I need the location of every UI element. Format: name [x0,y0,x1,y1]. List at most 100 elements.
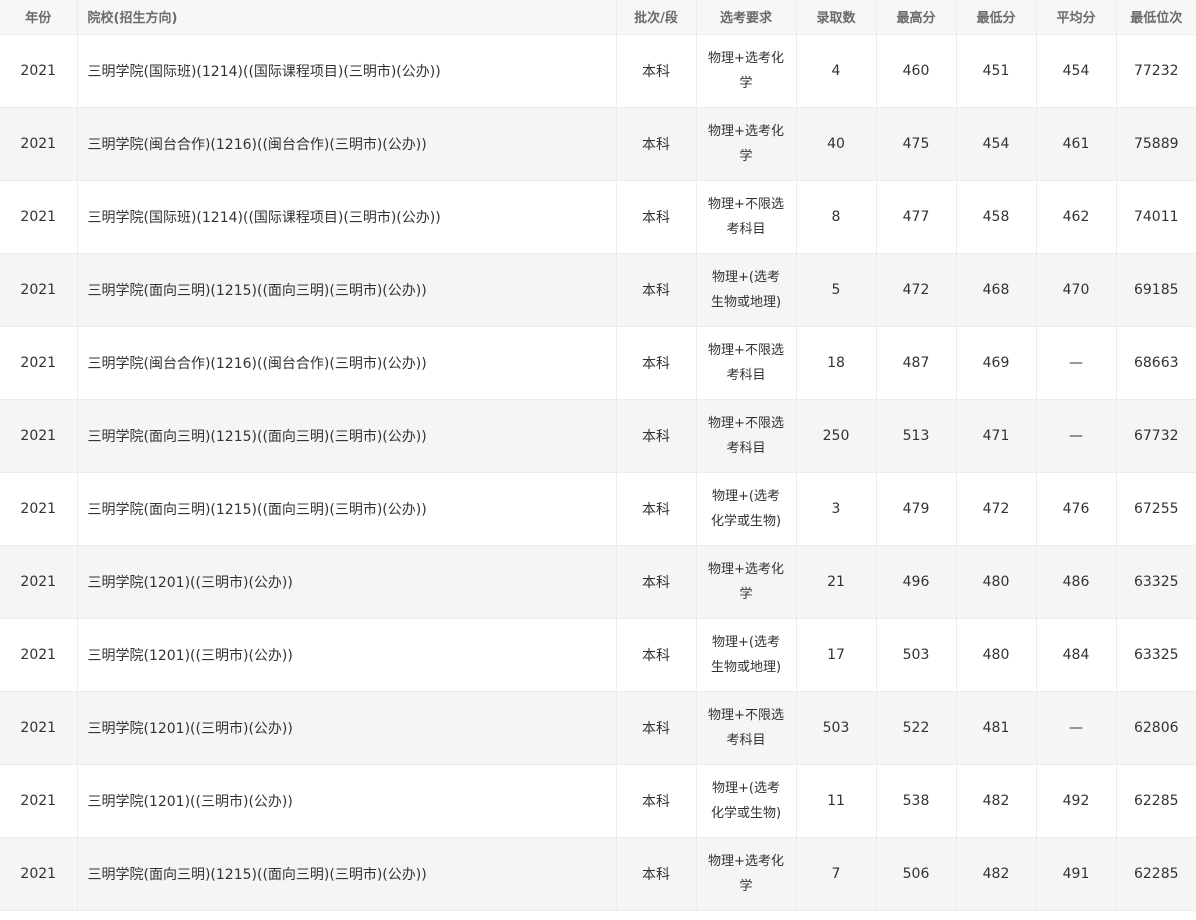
cell-min-rank: 69185 [1116,253,1196,327]
requirement-text: 物理+不限选考科目 [708,415,784,456]
table-row: 2021 三明学院(1201)((三明市)(公办)) 本科 物理+(选考化学或生物) 1… [0,764,1196,838]
cell-school: 三明学院(面向三明)(1215)((面向三明)(三明市)(公办)) [77,399,617,473]
cell-max-score: 487 [876,326,957,400]
admission-score-table: 年份 院校(招生方向) 批次/段 选考要求 录取数 最高分 最低分 平均分 最低… [0,0,1196,911]
header-admitted: 录取数 [796,0,877,35]
cell-requirement: 物理+不限选考科目 [696,691,797,765]
table-row: 2021 三明学院(国际班)(1214)((国际课程项目)(三明市)(公办)) 本科… [0,180,1196,254]
cell-min-score: 480 [956,545,1037,619]
cell-school: 三明学院(1201)((三明市)(公办)) [77,545,617,619]
cell-min-rank: 67255 [1116,472,1196,546]
cell-requirement: 物理+不限选考科目 [696,326,797,400]
cell-min-score: 480 [956,618,1037,692]
cell-min-score: 458 [956,180,1037,254]
cell-min-rank: 62806 [1116,691,1196,765]
cell-admitted: 40 [796,107,877,181]
cell-avg-score: 484 [1036,618,1117,692]
cell-admitted: 18 [796,326,877,400]
header-max-score: 最高分 [876,0,957,35]
cell-year: 2021 [0,618,78,692]
requirement-text: 物理+(选考化学或生物) [710,780,782,821]
cell-avg-score: — [1036,399,1117,473]
cell-year: 2021 [0,399,78,473]
cell-avg-score: 486 [1036,545,1117,619]
cell-year: 2021 [0,545,78,619]
requirement-text: 物理+不限选考科目 [708,196,784,237]
cell-avg-score: 462 [1036,180,1117,254]
cell-school: 三明学院(面向三明)(1215)((面向三明)(三明市)(公办)) [77,837,617,911]
requirement-text: 物理+(选考化学或生物) [710,488,782,529]
cell-avg-score: 492 [1036,764,1117,838]
cell-batch: 本科 [616,472,697,546]
table-header: 年份 院校(招生方向) 批次/段 选考要求 录取数 最高分 最低分 平均分 最低… [0,0,1196,35]
cell-min-rank: 67732 [1116,399,1196,473]
cell-max-score: 479 [876,472,957,546]
cell-avg-score: 491 [1036,837,1117,911]
cell-requirement: 物理+选考化学 [696,34,797,108]
cell-admitted: 21 [796,545,877,619]
cell-admitted: 7 [796,837,877,911]
cell-school: 三明学院(1201)((三明市)(公办)) [77,618,617,692]
cell-avg-score: 470 [1036,253,1117,327]
cell-batch: 本科 [616,691,697,765]
cell-max-score: 472 [876,253,957,327]
cell-min-rank: 62285 [1116,764,1196,838]
table-row: 2021 三明学院(闽台合作)(1216)((闽台合作)(三明市)(公办)) 本科物… [0,326,1196,400]
cell-school: 三明学院(闽台合作)(1216)((闽台合作)(三明市)(公办)) [77,107,617,181]
cell-max-score: 496 [876,545,957,619]
header-school: 院校(招生方向) [77,0,617,35]
cell-max-score: 460 [876,34,957,108]
cell-max-score: 538 [876,764,957,838]
table-row: 2021 三明学院(闽台合作)(1216)((闽台合作)(三明市)(公办)) 本科物… [0,107,1196,181]
cell-requirement: 物理+不限选考科目 [696,399,797,473]
cell-year: 2021 [0,326,78,400]
header-batch: 批次/段 [616,0,697,35]
cell-year: 2021 [0,253,78,327]
cell-year: 2021 [0,107,78,181]
cell-requirement: 物理+(选考化学或生物) [696,472,797,546]
cell-requirement: 物理+不限选考科目 [696,180,797,254]
table-row: 2021 三明学院(面向三明)(1215)((面向三明)(三明市)(公办)) 本科物… [0,472,1196,546]
cell-batch: 本科 [616,253,697,327]
cell-requirement: 物理+选考化学 [696,545,797,619]
cell-batch: 本科 [616,180,697,254]
cell-batch: 本科 [616,618,697,692]
table-row: 2021 三明学院(1201)((三明市)(公办)) 本科 物理+选考化学 21 496 4… [0,545,1196,619]
cell-max-score: 513 [876,399,957,473]
requirement-text: 物理+选考化学 [708,853,784,894]
requirement-text: 物理+(选考生物或地理) [710,634,782,675]
cell-min-score: 468 [956,253,1037,327]
cell-year: 2021 [0,837,78,911]
cell-min-score: 454 [956,107,1037,181]
cell-max-score: 475 [876,107,957,181]
table-row: 2021 三明学院(国际班)(1214)((国际课程项目)(三明市)(公办)) 本科… [0,34,1196,108]
cell-admitted: 5 [796,253,877,327]
cell-avg-score: 461 [1036,107,1117,181]
cell-min-rank: 63325 [1116,545,1196,619]
cell-min-rank: 63325 [1116,618,1196,692]
cell-min-rank: 68663 [1116,326,1196,400]
cell-school: 三明学院(1201)((三明市)(公办)) [77,764,617,838]
cell-avg-score: — [1036,326,1117,400]
cell-requirement: 物理+选考化学 [696,107,797,181]
cell-batch: 本科 [616,107,697,181]
requirement-text: 物理+不限选考科目 [708,342,784,383]
cell-school: 三明学院(国际班)(1214)((国际课程项目)(三明市)(公办)) [77,180,617,254]
cell-requirement: 物理+选考化学 [696,837,797,911]
cell-min-score: 471 [956,399,1037,473]
cell-school: 三明学院(1201)((三明市)(公办)) [77,691,617,765]
table-row: 2021 三明学院(面向三明)(1215)((面向三明)(三明市)(公办)) 本科物… [0,837,1196,911]
cell-min-rank: 77232 [1116,34,1196,108]
cell-requirement: 物理+(选考生物或地理) [696,253,797,327]
table-row: 2021 三明学院(面向三明)(1215)((面向三明)(三明市)(公办)) 本科物… [0,399,1196,473]
cell-batch: 本科 [616,326,697,400]
cell-max-score: 506 [876,837,957,911]
table-row: 2021 三明学院(1201)((三明市)(公办)) 本科 物理+(选考生物或地理) 1… [0,618,1196,692]
cell-admitted: 250 [796,399,877,473]
cell-year: 2021 [0,472,78,546]
cell-batch: 本科 [616,545,697,619]
table-header-row: 年份 院校(招生方向) 批次/段 选考要求 录取数 最高分 最低分 平均分 最低… [0,0,1196,35]
cell-batch: 本科 [616,837,697,911]
cell-batch: 本科 [616,764,697,838]
cell-admitted: 11 [796,764,877,838]
